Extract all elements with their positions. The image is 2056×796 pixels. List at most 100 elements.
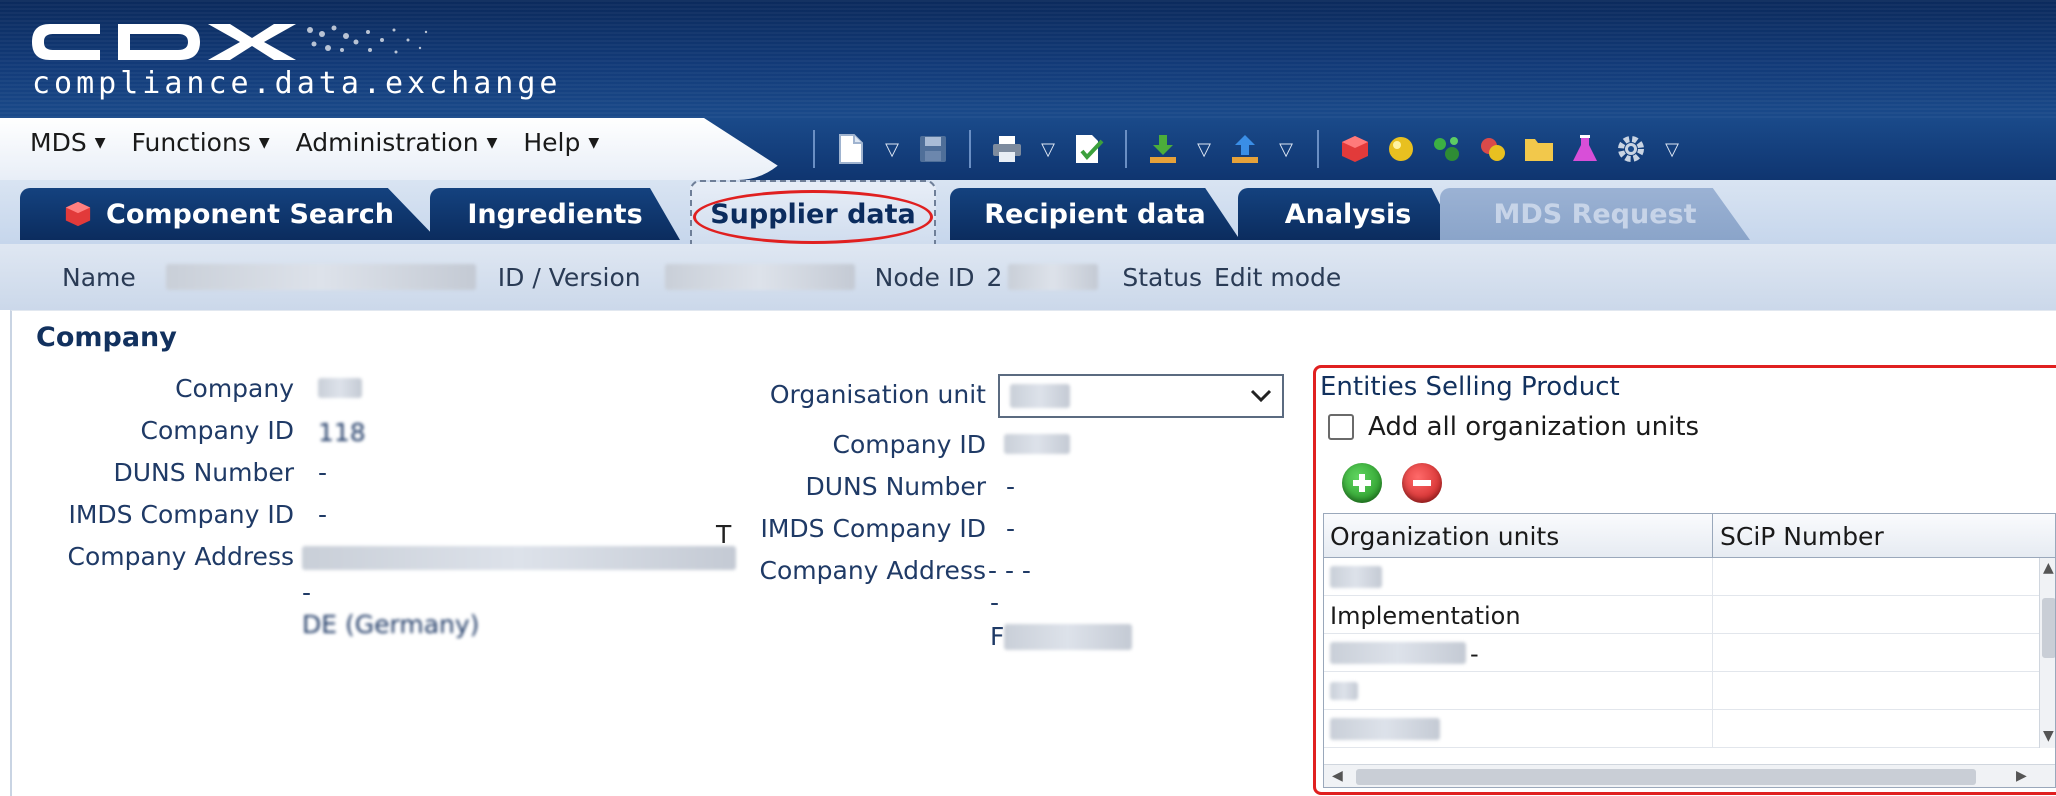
tab-analysis[interactable]: Analysis [1238, 188, 1458, 240]
column-header-organization-units[interactable]: Organization units [1330, 522, 1559, 551]
org-company-address-value: - - - [988, 556, 1031, 585]
organisation-unit-select[interactable] [998, 374, 1284, 418]
table-row[interactable] [1324, 672, 2039, 710]
tab-recipient-data[interactable]: Recipient data [950, 188, 1240, 240]
app-window: { "header": { "logo_text": "CDX", "tagli… [0, 0, 2056, 796]
imds-company-id-label: IMDS Company ID [68, 500, 294, 529]
main-menu: MDS ▼ Functions ▼ Administration ▼ Help ▼ [30, 128, 599, 157]
tab-label: Ingredients [467, 198, 643, 230]
menu-functions[interactable]: Functions ▼ [131, 128, 269, 157]
org-company-address-line2: - [990, 588, 1000, 617]
company-value-redacted [318, 378, 362, 398]
caret-down-icon: ▼ [486, 134, 498, 151]
organisation-unit-label: Organisation unit [769, 380, 986, 409]
toolbar-separator [1317, 130, 1319, 168]
menu-help-label: Help [523, 128, 581, 157]
settings-dropdown[interactable]: ▽ [1659, 131, 1685, 167]
id-version-label: ID / Version [497, 262, 641, 292]
column-header-scip-number[interactable]: SCiP Number [1720, 522, 1884, 551]
remove-unit-button[interactable] [1402, 463, 1442, 503]
org-company-id-label: Company ID [832, 430, 986, 459]
new-document-dropdown[interactable]: ▽ [879, 131, 905, 167]
settings-button[interactable] [1613, 131, 1649, 167]
table-row[interactable]: Implementation [1324, 596, 2039, 634]
scroll-right-icon: ▶ [2016, 768, 2027, 784]
horizontal-scroll-thumb[interactable] [1356, 769, 1976, 785]
chevron-down-icon: ▽ [1041, 138, 1055, 160]
table-row[interactable] [1324, 710, 2039, 748]
unit-redacted [1330, 566, 1382, 588]
highlight-annotation [693, 190, 933, 244]
substance-button[interactable] [1475, 131, 1511, 167]
entities-title: Entities Selling Product [1320, 372, 1620, 402]
cell-divider [1712, 558, 1713, 596]
org-company-id-redacted [1004, 434, 1070, 454]
org-company-address-label: Company Address [759, 556, 986, 585]
red-cube-icon [65, 201, 91, 227]
download-button[interactable] [1145, 131, 1181, 167]
text-cursor-icon: T [716, 520, 732, 549]
semi-component-button[interactable] [1383, 131, 1419, 167]
organisation-unit-value-redacted [1010, 384, 1070, 408]
save-icon [920, 136, 946, 162]
scroll-down-icon: ▼ [2043, 728, 2054, 744]
flask-icon [1573, 135, 1597, 161]
cell-divider [1712, 596, 1713, 634]
menu-administration-label: Administration [295, 128, 479, 157]
table-row[interactable] [1324, 558, 2039, 596]
chevron-down-icon: ▽ [1197, 138, 1211, 160]
minus-icon [1413, 480, 1431, 486]
add-all-units-label: Add all organization units [1368, 412, 1700, 442]
folder-button[interactable] [1521, 131, 1557, 167]
cell-divider [1712, 672, 1713, 710]
print-button[interactable] [989, 131, 1025, 167]
cell-divider [1712, 634, 1713, 672]
unit-redacted [1330, 642, 1466, 664]
yellow-sphere-icon [1389, 137, 1413, 161]
add-unit-button[interactable] [1342, 463, 1382, 503]
company-id-label: Company ID [140, 416, 294, 445]
logo-tagline: compliance.data.exchange [32, 66, 562, 101]
download-dropdown[interactable]: ▽ [1191, 131, 1217, 167]
unit-redacted [1330, 682, 1358, 700]
upload-dropdown[interactable]: ▽ [1273, 131, 1299, 167]
imds-company-id-value: - [318, 500, 328, 529]
menu-functions-label: Functions [131, 128, 251, 157]
new-document-icon [839, 134, 863, 164]
toolbar: ▽ ▽ ▽ ▽ ▽ [805, 124, 1685, 174]
chevron-down-icon [1250, 389, 1272, 403]
print-dropdown[interactable]: ▽ [1035, 131, 1061, 167]
add-all-units-checkbox[interactable] [1328, 414, 1354, 440]
company-address-line3: DE (Germany) [302, 610, 480, 639]
new-document-button[interactable] [833, 131, 869, 167]
vertical-scrollbar[interactable]: ▲ ▼ [2039, 558, 2055, 748]
gear-icon [1618, 136, 1644, 162]
table-row[interactable]: - [1324, 634, 2039, 672]
duns-number-label: DUNS Number [113, 458, 295, 487]
toolbar-separator [813, 130, 815, 168]
save-button[interactable] [915, 131, 951, 167]
tab-mds-request: MDS Request [1440, 188, 1750, 240]
horizontal-scrollbar[interactable]: ◀ ▶ [1324, 764, 2055, 787]
flask-button[interactable] [1567, 131, 1603, 167]
menu-mds[interactable]: MDS ▼ [30, 128, 105, 157]
component-button[interactable] [1337, 131, 1373, 167]
material-button[interactable] [1429, 131, 1465, 167]
node-id-value-redacted [1008, 264, 1099, 290]
chevron-down-icon: ▽ [1279, 138, 1293, 160]
tab-ingredients[interactable]: Ingredients [430, 188, 680, 240]
check-document-button[interactable] [1071, 131, 1107, 167]
tab-component-search[interactable]: Component Search [20, 188, 438, 240]
menu-administration[interactable]: Administration ▼ [296, 128, 498, 157]
org-duns-number-value: - [1006, 472, 1016, 501]
scroll-left-icon: ◀ [1332, 768, 1343, 784]
chevron-down-icon: ▽ [885, 138, 899, 160]
vertical-scroll-thumb[interactable] [2042, 598, 2055, 658]
caret-down-icon: ▼ [94, 134, 106, 151]
tab-label: Recipient data [984, 198, 1206, 230]
info-bar: Name ID / Version Node ID 2 Status Edit … [0, 244, 2056, 310]
menu-help[interactable]: Help ▼ [523, 128, 599, 157]
tab-label: MDS Request [1493, 198, 1697, 230]
upload-button[interactable] [1227, 131, 1263, 167]
id-version-value-redacted [664, 264, 855, 290]
